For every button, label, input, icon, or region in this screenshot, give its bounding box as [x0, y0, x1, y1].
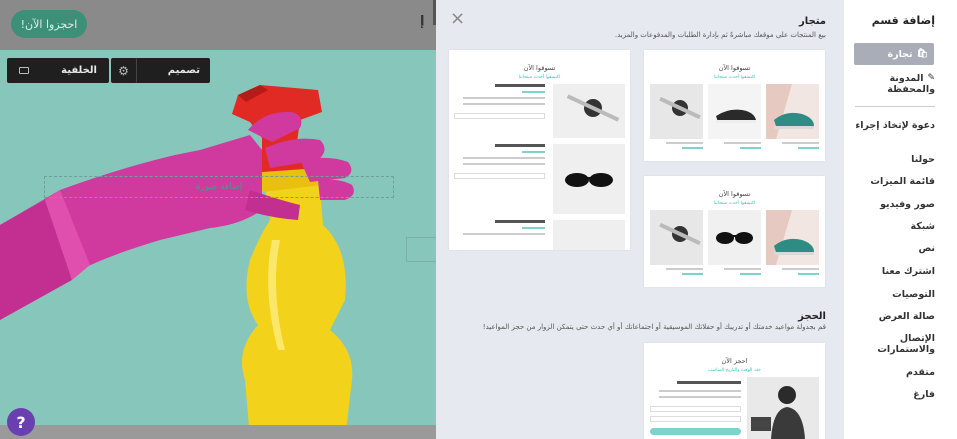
close-icon[interactable]: × [450, 8, 465, 29]
product-tile [650, 84, 703, 149]
menu-item-commerce[interactable]: 🛍 تجارة [854, 43, 934, 65]
placeholder-frame [406, 237, 436, 262]
menu-item-contact-forms[interactable]: الإتصال والاستمارات [855, 333, 935, 355]
watch-photo [650, 210, 703, 265]
menu-item-gallery[interactable]: صالة العرض [855, 311, 935, 322]
product-photo [553, 220, 625, 250]
card-subheading: اكتشفوا أحدث منتجاتنا [518, 75, 561, 80]
menu-item-about[interactable]: حولنا [855, 154, 935, 165]
booking-section-description: قم بجدولة مواعيد خدمتك أو تدريبك أو حفلا… [482, 323, 826, 331]
background-button[interactable]: الخلفية [7, 58, 109, 83]
canvas-bottom-strip [0, 425, 436, 439]
settings-gear-button[interactable]: ⚙ [111, 58, 137, 83]
menu-item-text[interactable]: نص [855, 243, 935, 254]
menu-item-testimonials[interactable]: التوصيات [855, 289, 935, 300]
product-row [650, 210, 819, 275]
booking-form-preview [650, 381, 741, 435]
spray-bottle-glove-photo [0, 50, 436, 439]
booking-section-title: الحجز [798, 311, 826, 322]
edit-icon: ✎ [927, 73, 935, 83]
add-section-title: إضافة قسم [871, 14, 935, 27]
card-subheading: حدد الوقت والتاريخ المناسب [708, 368, 761, 373]
card-heading: احجز الآن [721, 357, 748, 365]
teal-shoe-photo [766, 84, 819, 139]
booking-photo [747, 377, 819, 439]
card-heading: تسوقوا الآن [718, 64, 751, 72]
menu-item-label: تجارة [887, 48, 913, 60]
gear-icon: ⚙ [118, 63, 129, 78]
product-tile [766, 210, 819, 275]
menu-item-blank[interactable]: فارغ [855, 389, 935, 400]
image-icon [19, 67, 29, 74]
store-template-card-1[interactable]: تسوقوا الآن اكتشفوا أحدث منتجاتنا [644, 50, 825, 161]
site-logo-text: إ [420, 14, 425, 29]
product-tile [708, 210, 761, 275]
card-subheading: اكتشفوا أحدث منتجاتنا [713, 75, 756, 80]
product-tile [766, 84, 819, 149]
menu-item-subscribe[interactable]: اشترك معنا [855, 266, 935, 277]
add-image-placeholder[interactable]: إضافة صورة [44, 176, 394, 198]
list-product-item [454, 144, 625, 214]
add-section-sidebar: إضافة قسم 🛍 تجارة ✎ المدونة والمحفظة دعو… [844, 0, 957, 439]
watch-photo [650, 84, 703, 139]
card-heading: تسوقوا الآن [523, 64, 556, 72]
book-now-button[interactable]: احجزوا الآن! [11, 10, 87, 38]
menu-item-call-to-action[interactable]: دعوة لإتخاذ إجراء [855, 120, 935, 131]
store-template-card-2[interactable]: تسوقوا الآن اكتشفوا أحدث منتجاتنا [644, 176, 825, 287]
menu-item-photos-videos[interactable]: صور وفيديو [855, 199, 935, 210]
store-section-description: بيع المنتجات على موقعك مباشرةً ثم بإدارة… [614, 31, 826, 39]
menu-item-grid[interactable]: شبكة [855, 221, 935, 232]
background-button-label: الخلفية [61, 65, 97, 76]
store-section-title: متجار [799, 16, 826, 27]
bag-icon: 🛍 [916, 48, 928, 59]
teal-shoe-photo [766, 210, 819, 265]
watch-photo [553, 84, 625, 138]
menu-item-blog-portfolio[interactable]: ✎ المدونة والمحفظة [855, 73, 935, 95]
menu-item-advanced[interactable]: متقدم [855, 367, 935, 378]
sunglasses-photo [553, 144, 625, 214]
product-row [650, 84, 819, 149]
section-template-gallery: × متجار بيع المنتجات على موقعك مباشرةً ث… [436, 0, 844, 439]
card-heading: تسوقوا الآن [718, 190, 751, 198]
menu-divider [855, 106, 935, 107]
list-product-item [454, 220, 625, 250]
hero-image [0, 50, 436, 439]
menu-item-features[interactable]: قائمة الميزات [855, 176, 935, 187]
card-subheading: اكتشفوا أحدث منتجاتنا [713, 201, 756, 206]
list-product-item [454, 84, 625, 144]
shoe-photo [708, 84, 761, 139]
design-button-label: تصميم [167, 65, 200, 76]
product-tile [708, 84, 761, 149]
booking-template-card[interactable]: احجز الآن حدد الوقت والتاريخ المناسب [644, 343, 825, 439]
editor-canvas: احجزوا الآن! إ الخلفية تصميم ⚙ إضافة صور… [0, 0, 436, 439]
help-button[interactable]: ? [7, 408, 35, 436]
store-template-card-3[interactable]: تسوقوا الآن اكتشفوا أحدث منتجاتنا [449, 50, 630, 250]
sunglasses-photo [708, 210, 761, 265]
product-tile [650, 210, 703, 275]
